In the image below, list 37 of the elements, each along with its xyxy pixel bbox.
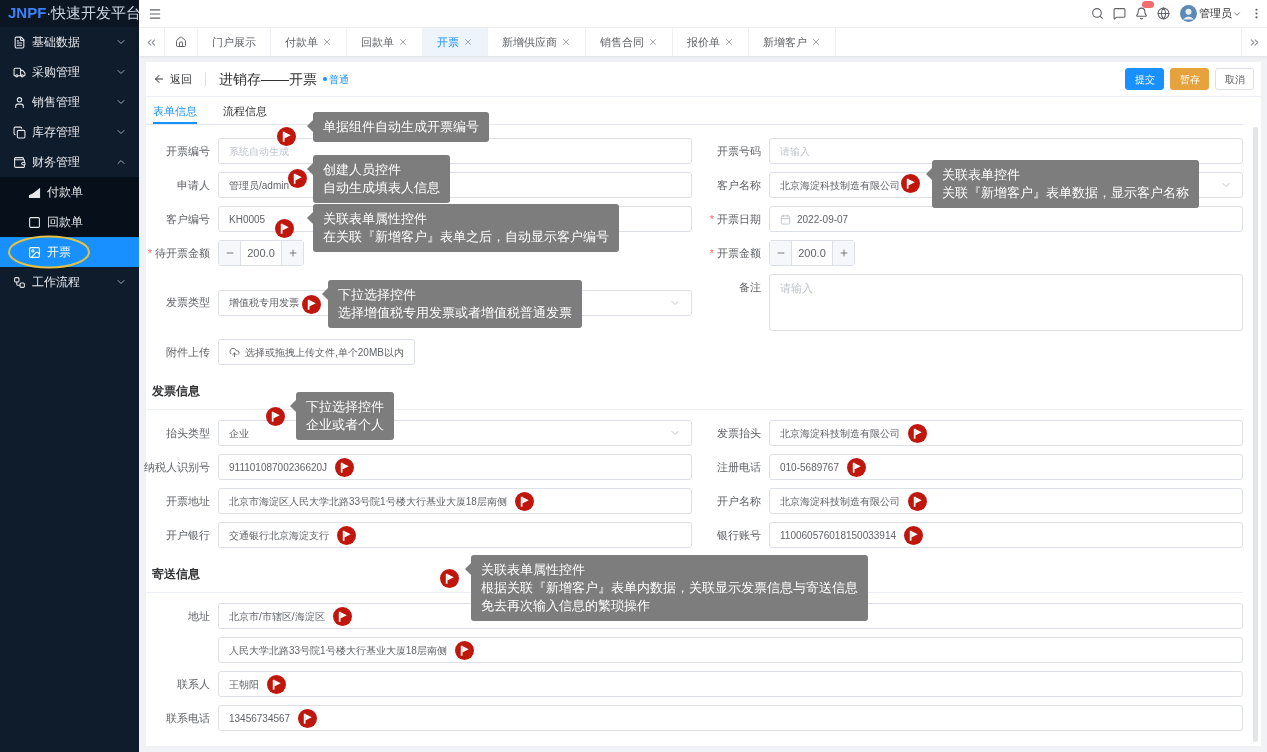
field-label: 地址 <box>188 608 210 624</box>
required-mark: * <box>709 245 714 261</box>
field-label: 待开票金额 <box>155 245 210 261</box>
page-title: 进销存——开票 <box>219 69 317 89</box>
field-label: 客户名称 <box>717 177 761 193</box>
field-label: 开户名称 <box>717 493 761 509</box>
field-label: 开票号码 <box>717 143 761 159</box>
field-label: 开票金额 <box>717 245 761 261</box>
field-label: 开户银行 <box>166 527 210 543</box>
field-label: 开票编号 <box>166 143 210 159</box>
section-title: 发票信息 <box>152 383 200 400</box>
field-label: 银行账号 <box>717 527 761 543</box>
field-label: 备注 <box>739 279 761 295</box>
logo: JNPF·快速开发平台 <box>8 5 142 21</box>
status-label: 普通 <box>329 72 349 87</box>
callout-tooltip: 下拉选择控件 企业或者个人 <box>290 392 394 440</box>
field-label: 发票类型 <box>166 295 210 311</box>
required-mark: * <box>709 211 714 227</box>
section-title: 寄送信息 <box>152 566 200 583</box>
field-label: 客户编号 <box>166 211 210 227</box>
field-label: 申请人 <box>177 177 210 193</box>
field-label: 附件上传 <box>166 344 210 360</box>
callout-tooltip: 单据组件自动生成开票编号 <box>307 112 489 142</box>
callout-tooltip: 关联表单控件 关联『新增客户』表单数据，显示客户名称 <box>926 160 1199 208</box>
field-label: 联系电话 <box>166 710 210 726</box>
callout-tooltip: 关联表单属性控件 根据关联『新增客户』表单内数据，关联显示发票信息与寄送信息 免去再次输入信息的繁琐操作 <box>465 555 868 621</box>
field-label: 开票地址 <box>166 493 210 509</box>
callout-tooltip: 下拉选择控件 选择增值税专用发票或者增值税普通发票 <box>322 280 582 328</box>
field-label: 纳税人识别号 <box>144 459 210 475</box>
field-label: 注册电话 <box>717 459 761 475</box>
callout-tooltip: 创建人员控件 自动生成填表人信息 <box>307 155 450 203</box>
field-label: 联系人 <box>177 676 210 692</box>
field-label: 开票日期 <box>717 211 761 227</box>
required-mark: * <box>147 245 152 261</box>
callout-tooltip: 关联表单属性控件 在关联『新增客户』表单之后，自动显示客户编号 <box>307 204 619 252</box>
field-label: 发票抬头 <box>717 425 761 441</box>
field-label: 抬头类型 <box>166 425 210 441</box>
